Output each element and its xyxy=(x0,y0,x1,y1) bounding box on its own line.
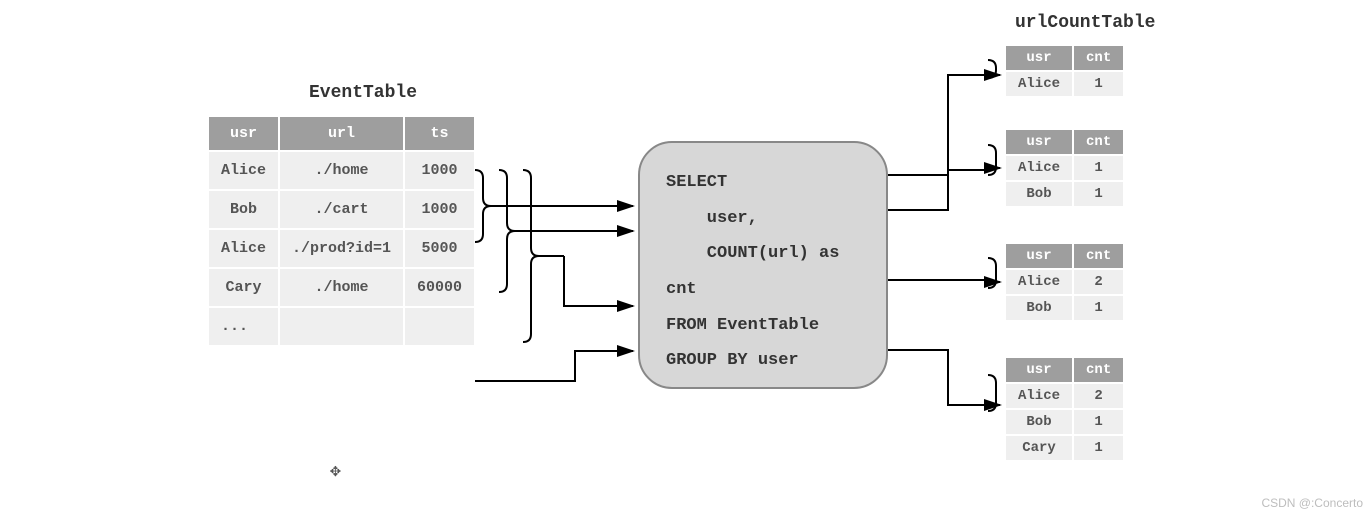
event-th-ts: ts xyxy=(404,116,475,151)
event-table-title: EventTable xyxy=(309,83,417,103)
cell: 2 xyxy=(1073,269,1124,295)
table-row: Alice./prod?id=15000 xyxy=(208,229,475,268)
watermark: CSDN @:Concerto xyxy=(1261,496,1363,510)
cell: 1 xyxy=(1073,181,1124,207)
cell: 1 xyxy=(1073,295,1124,321)
cell: 60000 xyxy=(404,268,475,307)
th-usr: usr xyxy=(1005,45,1073,71)
cell: Alice xyxy=(208,151,279,190)
cell: 5000 xyxy=(404,229,475,268)
cell: 1000 xyxy=(404,151,475,190)
cell: 1 xyxy=(1073,155,1124,181)
event-table: usr url ts Alice./home1000 Bob./cart1000… xyxy=(207,115,476,347)
cell: 1 xyxy=(1073,435,1124,461)
sql-query-box: SELECT user, COUNT(url) as cnt FROM Even… xyxy=(638,141,888,389)
th-usr: usr xyxy=(1005,129,1073,155)
cell: Bob xyxy=(208,190,279,229)
urlcount-table-title: urlCountTable xyxy=(1015,13,1155,33)
th-cnt: cnt xyxy=(1073,129,1124,155)
cell: 1 xyxy=(1073,71,1124,97)
cell: 1000 xyxy=(404,190,475,229)
table-row: Alice1 xyxy=(1005,155,1124,181)
cell: Bob xyxy=(1005,295,1073,321)
cell: Cary xyxy=(1005,435,1073,461)
cell: ./home xyxy=(279,151,404,190)
table-row: Alice2 xyxy=(1005,269,1124,295)
snapshot-1: usrcnt Alice1 xyxy=(1004,44,1125,98)
cell: ./prod?id=1 xyxy=(279,229,404,268)
cell: Alice xyxy=(1005,383,1073,409)
table-row: Cary1 xyxy=(1005,435,1124,461)
snapshot-4: usrcnt Alice2 Bob1 Cary1 xyxy=(1004,356,1125,462)
th-cnt: cnt xyxy=(1073,357,1124,383)
table-row: Alice2 xyxy=(1005,383,1124,409)
cell: 2 xyxy=(1073,383,1124,409)
cell: Alice xyxy=(208,229,279,268)
table-row: Alice./home1000 xyxy=(208,151,475,190)
table-row: Alice1 xyxy=(1005,71,1124,97)
th-usr: usr xyxy=(1005,357,1073,383)
event-th-usr: usr xyxy=(208,116,279,151)
cell: Alice xyxy=(1005,71,1073,97)
cell: Alice xyxy=(1005,269,1073,295)
table-row: Bob1 xyxy=(1005,409,1124,435)
snapshot-2: usrcnt Alice1 Bob1 xyxy=(1004,128,1125,208)
cell xyxy=(279,307,404,346)
th-usr: usr xyxy=(1005,243,1073,269)
table-row: Bob1 xyxy=(1005,181,1124,207)
th-cnt: cnt xyxy=(1073,45,1124,71)
cell: Alice xyxy=(1005,155,1073,181)
move-cursor-icon: ✥ xyxy=(330,460,341,482)
table-row: ... xyxy=(208,307,475,346)
cell: ./cart xyxy=(279,190,404,229)
cell: ... xyxy=(208,307,279,346)
event-th-url: url xyxy=(279,116,404,151)
cell: Cary xyxy=(208,268,279,307)
table-row: Cary./home60000 xyxy=(208,268,475,307)
snapshot-3: usrcnt Alice2 Bob1 xyxy=(1004,242,1125,322)
table-row: Bob1 xyxy=(1005,295,1124,321)
cell xyxy=(404,307,475,346)
cell: Bob xyxy=(1005,181,1073,207)
cell: ./home xyxy=(279,268,404,307)
th-cnt: cnt xyxy=(1073,243,1124,269)
table-row: Bob./cart1000 xyxy=(208,190,475,229)
cell: 1 xyxy=(1073,409,1124,435)
cell: Bob xyxy=(1005,409,1073,435)
